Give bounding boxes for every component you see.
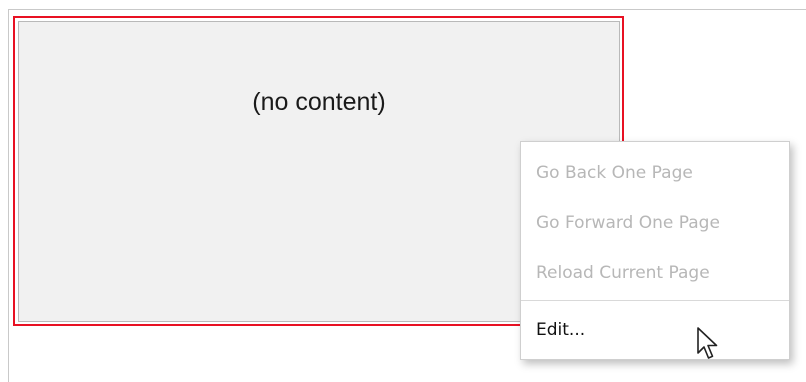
no-content-label: (no content) <box>252 88 386 116</box>
menu-item-go-back[interactable]: Go Back One Page <box>521 148 789 198</box>
context-menu: Go Back One Page Go Forward One Page Rel… <box>520 141 790 360</box>
menu-separator <box>521 300 789 301</box>
menu-item-go-forward[interactable]: Go Forward One Page <box>521 198 789 248</box>
menu-item-reload[interactable]: Reload Current Page <box>521 248 789 298</box>
menu-item-edit[interactable]: Edit... <box>521 305 789 355</box>
arrow-pointer-icon <box>697 327 718 359</box>
